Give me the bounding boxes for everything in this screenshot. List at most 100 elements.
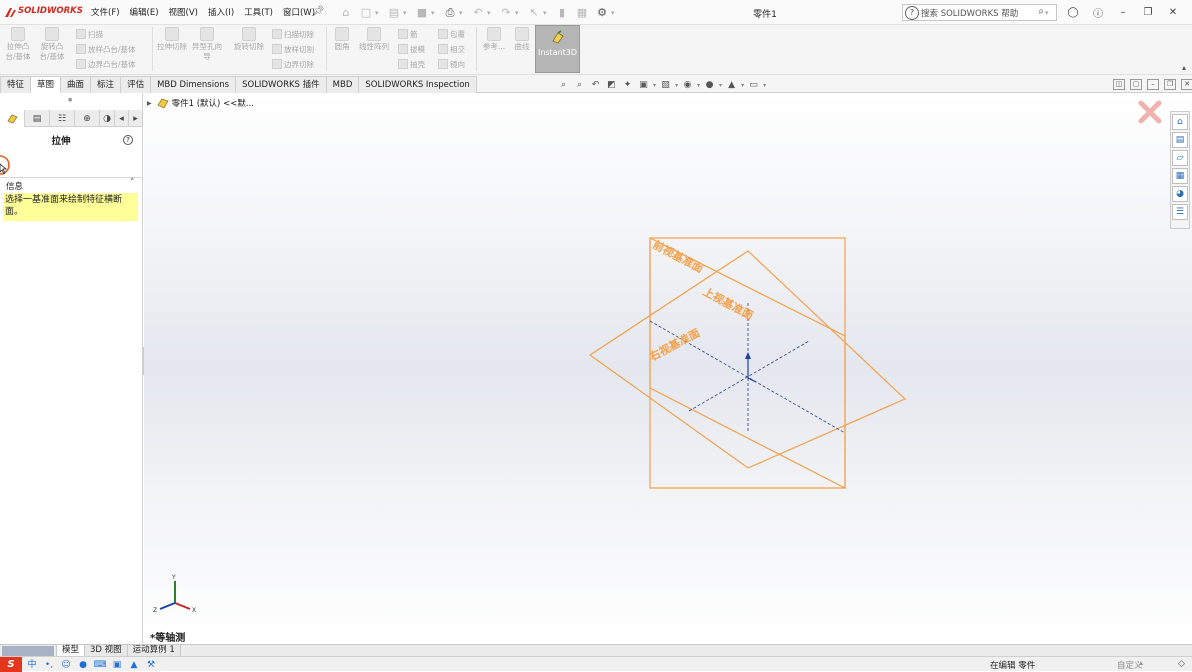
search-input[interactable]: 搜索 SOLIDWORKS 帮助 bbox=[921, 7, 1034, 19]
reference-planes[interactable]: 前视基准面 上视基准面 右视基准面 bbox=[584, 233, 914, 493]
tab-annotation[interactable]: 标注 bbox=[90, 76, 122, 93]
help-icon[interactable]: ⓘ bbox=[1087, 4, 1109, 21]
lofted-cut-button[interactable]: 放样切割 bbox=[272, 43, 314, 55]
help-icon[interactable]: ? bbox=[123, 135, 133, 145]
rib-button[interactable]: 筋 bbox=[398, 28, 418, 40]
ime-tools-icon[interactable]: ⚒ bbox=[144, 658, 158, 672]
info-section-header[interactable]: 信息 ˄ bbox=[0, 177, 143, 192]
undo-dropdown-icon[interactable]: ▾ bbox=[487, 9, 494, 17]
intersect-button[interactable]: 相交 bbox=[438, 43, 465, 55]
rebuild-icon[interactable]: ▮ bbox=[554, 5, 570, 21]
boundary-cut-button[interactable]: 边界切除 bbox=[272, 58, 314, 70]
display-manager-tab[interactable]: ◑ bbox=[100, 110, 115, 127]
redo-dropdown-icon[interactable]: ▾ bbox=[515, 9, 522, 17]
menu-edit[interactable]: 编辑(E) bbox=[127, 6, 162, 20]
tab-solidworks-addins[interactable]: SOLIDWORKS 插件 bbox=[235, 76, 327, 93]
draft-button[interactable]: 拔模 bbox=[398, 43, 425, 55]
dimxpert-manager-tab[interactable]: ⊕ bbox=[75, 110, 100, 127]
tab-scroll-left-icon[interactable]: ◂ bbox=[115, 110, 129, 127]
ime-chinese-mode-icon[interactable]: 中 bbox=[25, 658, 39, 672]
user-account-icon[interactable]: ◯ bbox=[1062, 4, 1084, 21]
configuration-manager-tab[interactable]: ☷ bbox=[50, 110, 75, 127]
solidworks-logo[interactable]: SOLIDWORKS bbox=[4, 6, 83, 19]
close-icon[interactable]: ✕ bbox=[1162, 4, 1184, 21]
print-dropdown-icon[interactable]: ▾ bbox=[459, 9, 466, 17]
hide-show-items-icon[interactable]: ◉ bbox=[681, 79, 694, 92]
loft-button[interactable]: 放样凸台/基体 bbox=[76, 43, 136, 55]
file-properties-icon[interactable]: ▦ bbox=[574, 5, 590, 21]
open-dropdown-icon[interactable]: ▾ bbox=[403, 9, 410, 17]
ime-punctuation-icon[interactable]: •, bbox=[42, 658, 56, 672]
tab-features[interactable]: 特征 bbox=[0, 76, 32, 93]
open-icon[interactable]: ▤ bbox=[386, 5, 402, 21]
viewport-split-icon[interactable]: ◫ bbox=[1113, 79, 1125, 90]
display-style-dropdown-icon[interactable]: ▾ bbox=[675, 82, 678, 89]
hide-show-dropdown-icon[interactable]: ▾ bbox=[697, 82, 700, 89]
section-view-icon[interactable]: ◩ bbox=[605, 79, 618, 92]
select-dropdown-icon[interactable]: ▾ bbox=[543, 9, 550, 17]
viewport-restore-icon[interactable]: ❐ bbox=[1164, 79, 1176, 90]
undo-icon[interactable]: ↶ bbox=[470, 5, 486, 21]
help-search-box[interactable]: ? 搜索 SOLIDWORKS 帮助 ⌕ ▾ bbox=[902, 4, 1057, 21]
new-document-icon[interactable]: □ bbox=[358, 5, 374, 21]
options-dropdown-icon[interactable]: ▾ bbox=[611, 9, 618, 17]
panel-drag-handle-icon[interactable]: ● bbox=[68, 97, 73, 103]
tab-sketch[interactable]: 草图 bbox=[30, 76, 62, 93]
view-orientation-icon[interactable]: ▣ bbox=[637, 79, 650, 92]
appearances-icon[interactable]: ◕ bbox=[1172, 186, 1188, 202]
ime-user-icon[interactable]: ▲ bbox=[127, 658, 141, 672]
custom-properties-icon[interactable]: ☰ bbox=[1172, 204, 1188, 220]
viewport-close-icon[interactable]: ✕ bbox=[1181, 79, 1192, 90]
new-dropdown-icon[interactable]: ▾ bbox=[375, 9, 382, 17]
view-orientation-dropdown-icon[interactable]: ▾ bbox=[653, 82, 656, 89]
viewport-minimize-icon[interactable]: – bbox=[1147, 79, 1159, 90]
view-palette-icon[interactable]: ▦ bbox=[1172, 168, 1188, 184]
graphics-area[interactable]: ▶ 零件1 (默认) <<默... ⌂ ▤ ▱ ▦ ◕ ☰ 前视基准面 上视基准… bbox=[144, 93, 1192, 644]
expand-caret-icon[interactable]: ▶ bbox=[147, 100, 152, 107]
revolve-cut-button[interactable]: 旋转切除 bbox=[233, 27, 265, 52]
previous-view-icon[interactable]: ↶ bbox=[589, 79, 602, 92]
pin-icon[interactable]: 📌︎ bbox=[312, 6, 325, 17]
display-style-icon[interactable]: ▧ bbox=[659, 79, 672, 92]
tab-scroll-right-icon[interactable]: ▸ bbox=[129, 110, 143, 127]
menu-view[interactable]: 视图(V) bbox=[166, 6, 201, 20]
collapse-caret-icon[interactable]: ˄ bbox=[130, 178, 135, 188]
menu-file[interactable]: 文件(F) bbox=[88, 6, 123, 20]
cancel-x-icon[interactable] bbox=[1137, 99, 1163, 125]
tab-evaluate[interactable]: 评估 bbox=[120, 76, 152, 93]
tab-mbd-dimensions[interactable]: MBD Dimensions bbox=[150, 76, 237, 93]
sweep-button[interactable]: 扫描 bbox=[76, 28, 103, 40]
curves-button[interactable]: 曲线 bbox=[506, 27, 538, 52]
ime-emoji-icon[interactable]: ☺ bbox=[59, 658, 73, 672]
units-selector[interactable]: 自定义 bbox=[1117, 659, 1143, 671]
print-icon[interactable]: ⎙ bbox=[442, 5, 458, 21]
extrude-cut-button[interactable]: 拉伸切除 bbox=[156, 27, 188, 52]
feature-tree-flyout[interactable]: ▶ 零件1 (默认) <<默... bbox=[147, 97, 254, 109]
file-explorer-icon[interactable]: ▱ bbox=[1172, 150, 1188, 166]
fillet-button[interactable]: 圆角 bbox=[326, 27, 358, 52]
select-icon[interactable]: ↖ bbox=[526, 5, 542, 21]
revolve-boss-button[interactable]: 旋转凸台/基体 bbox=[36, 27, 68, 62]
view-settings-icon[interactable]: ▭ bbox=[747, 79, 760, 92]
options-gear-icon[interactable]: ⚙ bbox=[594, 5, 610, 21]
scenes-icon[interactable]: ▲ bbox=[725, 79, 738, 92]
tab-mbd[interactable]: MBD bbox=[325, 76, 360, 93]
save-dropdown-icon[interactable]: ▾ bbox=[431, 9, 438, 17]
design-library-icon[interactable]: ▤ bbox=[1172, 132, 1188, 148]
units-dropdown-icon[interactable]: ▴ bbox=[1140, 660, 1143, 667]
zoom-to-fit-icon[interactable]: ⌕ bbox=[557, 79, 570, 92]
tab-solidworks-inspection[interactable]: SOLIDWORKS Inspection bbox=[358, 76, 477, 93]
tab-surfaces[interactable]: 曲面 bbox=[60, 76, 92, 93]
redo-icon[interactable]: ↷ bbox=[498, 5, 514, 21]
hole-wizard-button[interactable]: 异型孔向导 bbox=[191, 27, 223, 62]
zoom-to-area-icon[interactable]: ⌕ bbox=[573, 79, 586, 92]
scenes-dropdown-icon[interactable]: ▾ bbox=[741, 82, 744, 89]
extrude-boss-button[interactable]: 拉伸凸台/基体 bbox=[2, 27, 34, 62]
menu-insert[interactable]: 插入(I) bbox=[205, 6, 237, 20]
wrap-button[interactable]: 包覆 bbox=[438, 28, 465, 40]
edit-appearance-icon[interactable]: ● bbox=[703, 79, 716, 92]
quick-tips-icon[interactable]: ◇ bbox=[1178, 659, 1185, 669]
minimize-icon[interactable]: – bbox=[1112, 4, 1134, 21]
viewport-tile-icon[interactable]: ▢ bbox=[1130, 79, 1142, 90]
linear-pattern-button[interactable]: 线性阵列 bbox=[358, 27, 390, 52]
